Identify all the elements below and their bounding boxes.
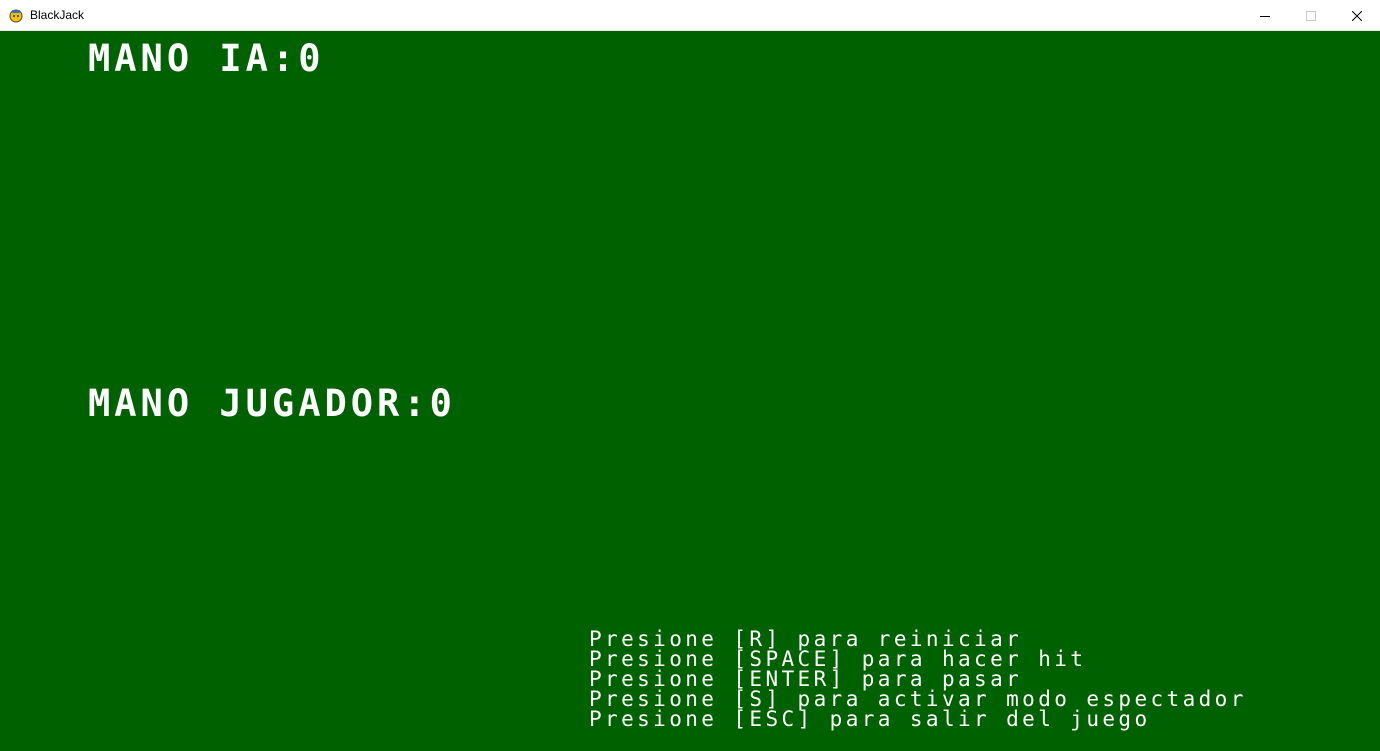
maximize-icon bbox=[1306, 6, 1316, 25]
player-hand-label: MANO JUGADOR:0 bbox=[88, 382, 456, 425]
maximize-button[interactable] bbox=[1288, 0, 1334, 30]
instruction-hit: Presione [SPACE] para hacer hit bbox=[589, 647, 1087, 671]
instructions-panel: Presione [R] para reiniciar Presione [SP… bbox=[589, 627, 1247, 731]
instruction-pass: Presione [ENTER] para pasar bbox=[589, 667, 1023, 691]
instruction-restart: Presione [R] para reiniciar bbox=[589, 627, 1023, 651]
close-button[interactable] bbox=[1334, 0, 1380, 30]
minimize-button[interactable] bbox=[1242, 0, 1288, 30]
blackjack-window: BlackJack MANO IA:0 MANO JUGADOR:0 Presi… bbox=[0, 0, 1380, 751]
minimize-icon bbox=[1260, 6, 1270, 25]
close-icon bbox=[1351, 6, 1363, 25]
pygame-snake-icon bbox=[8, 7, 24, 23]
window-title: BlackJack bbox=[30, 8, 85, 22]
instruction-exit: Presione [ESC] para salir del juego bbox=[589, 707, 1151, 731]
ai-hand-label: MANO IA:0 bbox=[88, 37, 325, 80]
game-table[interactable]: MANO IA:0 MANO JUGADOR:0 Presione [R] pa… bbox=[0, 31, 1380, 751]
title-bar[interactable]: BlackJack bbox=[0, 0, 1380, 31]
instruction-spectator: Presione [S] para activar modo espectado… bbox=[589, 687, 1247, 711]
